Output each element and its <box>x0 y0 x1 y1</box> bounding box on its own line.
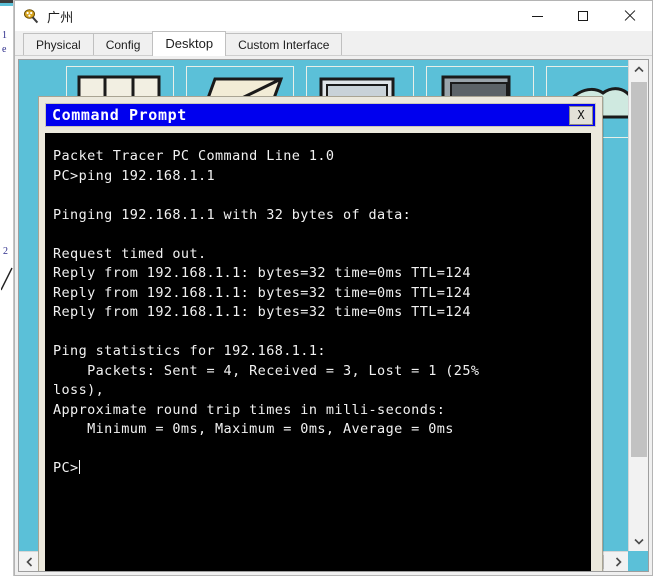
tab-config[interactable]: Config <box>92 33 154 55</box>
window-titlebar: 广州 <box>15 1 652 31</box>
scrollbar-corner <box>628 551 648 571</box>
window-title: 广州 <box>47 10 74 26</box>
device-window: 广州 Physical Config Desktop Custom Interf… <box>14 0 653 576</box>
console-caret <box>78 460 80 474</box>
command-prompt-titlebar: Command Prompt X <box>45 103 596 127</box>
tab-desktop[interactable]: Desktop <box>152 31 227 56</box>
console-line: Reply from 192.168.1.1: bytes=32 time=0m… <box>53 265 471 281</box>
close-button[interactable] <box>606 1 652 31</box>
background-fragment-2: e <box>2 44 7 55</box>
chevron-down-icon <box>634 538 644 545</box>
console-line: Reply from 192.168.1.1: bytes=32 time=0m… <box>53 284 471 301</box>
vertical-scrollbar-thumb[interactable] <box>631 82 647 457</box>
packet-tracer-device-icon <box>23 8 39 24</box>
console-line: Ping statistics for 192.168.1.1: <box>53 343 326 359</box>
background-dark-sliver <box>0 0 13 3</box>
console-output[interactable]: Packet Tracer PC Command Line 1.0 PC>ping… <box>45 133 591 571</box>
console-line: Packet Tracer PC Command Line 1.0 <box>53 148 335 164</box>
window-client-area: Command Prompt X Packet Tracer PC Comman… <box>15 55 652 575</box>
console-prompt-line: PC> <box>53 459 583 479</box>
chevron-left-icon <box>25 557 32 567</box>
console-prompt: PC> <box>53 460 79 476</box>
command-prompt-title: Command Prompt <box>52 106 187 124</box>
console-line: Minimum = 0ms, Maximum = 0ms, Average = … <box>53 421 454 437</box>
vertical-scrollbar[interactable] <box>628 60 648 551</box>
chevron-right-icon <box>615 557 622 567</box>
scroll-left-button[interactable] <box>19 552 39 571</box>
console-line: Packets: Sent = 4, Received = 3, Lost = … <box>53 362 480 379</box>
command-prompt-body: Packet Tracer PC Command Line 1.0 PC>ping… <box>45 133 596 571</box>
console-line: Pinging 192.168.1.1 with 32 bytes of dat… <box>53 206 412 223</box>
tab-strip: Physical Config Desktop Custom Interface <box>15 31 652 56</box>
tab-physical[interactable]: Physical <box>23 33 94 55</box>
close-icon <box>623 10 635 22</box>
tab-custom-interface-label: Custom Interface <box>238 38 330 52</box>
desktop-pane: Command Prompt X Packet Tracer PC Comman… <box>18 59 649 572</box>
command-prompt-close-button[interactable]: X <box>569 105 593 125</box>
minimize-icon <box>531 15 543 17</box>
maximize-icon <box>578 11 588 21</box>
minimize-button[interactable] <box>514 1 560 31</box>
tab-desktop-label: Desktop <box>165 36 214 51</box>
console-line: Request timed out. <box>53 245 207 262</box>
chevron-up-icon <box>634 66 644 73</box>
background-fragment-1: 1 <box>2 30 7 41</box>
maximize-button[interactable] <box>560 1 606 31</box>
scroll-up-button[interactable] <box>629 60 648 79</box>
close-x-glyph: X <box>577 108 585 122</box>
scroll-down-button[interactable] <box>629 532 648 551</box>
tab-config-label: Config <box>105 38 141 52</box>
tab-custom-interface[interactable]: Custom Interface <box>225 33 343 55</box>
console-line: Reply from 192.168.1.1: bytes=32 time=0m… <box>53 304 471 320</box>
background-link-line <box>1 267 13 291</box>
scroll-right-button[interactable] <box>608 552 628 571</box>
console-line: Approximate round trip times in milli-se… <box>53 401 446 418</box>
console-line: loss), <box>53 382 105 398</box>
command-prompt-window: Command Prompt X Packet Tracer PC Comman… <box>38 96 603 571</box>
console-line: PC>ping 192.168.1.1 <box>53 167 216 184</box>
tab-physical-label: Physical <box>36 38 81 52</box>
window-controls <box>514 1 652 31</box>
